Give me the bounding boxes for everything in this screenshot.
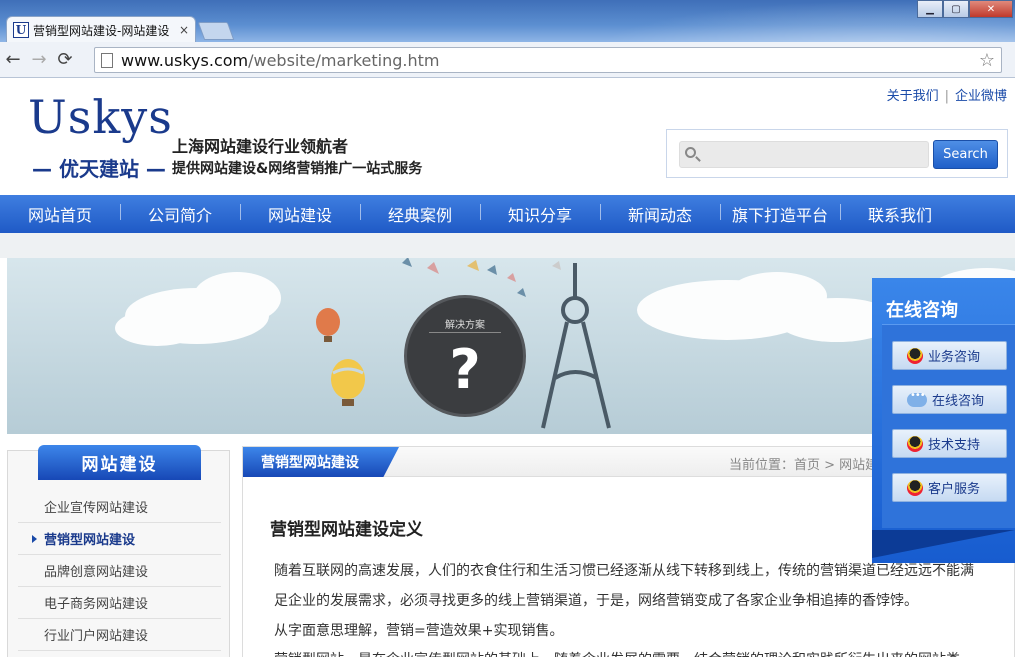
- site-logo-cn: — 优天建站 —: [32, 157, 166, 181]
- article-paragraph: 随着互联网的高速发展，人们的衣食住行和生活习惯已经逐渐从线下转移到线上，传统的营…: [274, 563, 974, 579]
- bookmark-star-icon[interactable]: ☆: [979, 50, 995, 71]
- top-links: 关于我们 | 企业微博: [887, 85, 1007, 104]
- nav-item-contact[interactable]: 联系我们: [840, 202, 960, 226]
- sidebar-item-brand[interactable]: 品牌创意网站建设: [18, 555, 221, 587]
- sidebar: 网站建设 企业宣传网站建设 营销型网站建设 品牌创意网站建设 电子商务网站建设 …: [7, 445, 230, 657]
- consult-business-button[interactable]: 业务咨询: [892, 341, 1007, 370]
- consult-customer-service-button[interactable]: 客户服务: [892, 473, 1007, 502]
- consult-title: 在线咨询: [886, 300, 958, 321]
- question-mark-icon: ?: [449, 338, 481, 401]
- page-icon: [101, 52, 113, 68]
- about-link[interactable]: 关于我们: [887, 89, 939, 104]
- sidebar-item-portal[interactable]: 行业门户网站建设: [18, 619, 221, 651]
- close-window-button[interactable]: ✕: [969, 0, 1013, 18]
- back-icon[interactable]: ←: [0, 49, 26, 70]
- article-paragraph: 足企业的发展需求，必须寻找更多的线上营销渠道，于是，网络营销变成了各家企业争相追…: [274, 593, 918, 609]
- sidebar-item-label: 行业门户网站建设: [44, 629, 149, 644]
- article-paragraph: 从字面意思理解，营销=营造效果+实现销售。: [274, 623, 564, 639]
- hero-banner: 解决方案 ?: [7, 258, 1015, 434]
- consult-tech-support-button[interactable]: 技术支持: [892, 429, 1007, 458]
- bubble-label: 解决方案: [445, 320, 485, 331]
- qq-icon: [907, 479, 923, 496]
- search-box: Search: [666, 129, 1008, 178]
- url-host: www.uskys.com: [121, 50, 249, 70]
- consult-panel-fold: [872, 530, 1015, 558]
- address-bar[interactable]: www.uskys.com/website/marketing.htm ☆: [94, 47, 1002, 73]
- url-path: /website/marketing.htm: [248, 50, 440, 70]
- nav-item-news[interactable]: 新闻动态: [600, 202, 720, 226]
- chat-icon: [907, 390, 927, 407]
- tagline-primary: 上海网站建设行业领航者: [172, 137, 349, 156]
- sidebar-item-label: 品牌创意网站建设: [44, 565, 149, 580]
- browser-tab[interactable]: U 营销型网站建设-网站建设 ×: [6, 16, 196, 43]
- solution-bubble: 解决方案 ?: [404, 295, 526, 417]
- nav-item-platform[interactable]: 旗下打造平台: [720, 202, 840, 226]
- nav-item-about[interactable]: 公司简介: [120, 202, 240, 226]
- active-arrow-icon: [32, 535, 37, 543]
- nav-item-home[interactable]: 网站首页: [0, 202, 120, 226]
- nav-item-knowledge[interactable]: 知识分享: [480, 202, 600, 226]
- sidebar-item-label: 企业宣传网站建设: [44, 501, 149, 516]
- consult-button-label: 客户服务: [928, 482, 981, 497]
- sidebar-item-label: 营销型网站建设: [44, 533, 136, 548]
- weibo-link[interactable]: 企业微博: [955, 89, 1007, 104]
- article-section-tab: 营销型网站建设: [243, 447, 399, 477]
- new-tab-button[interactable]: [197, 22, 235, 40]
- site-logo[interactable]: Uskys: [28, 90, 173, 144]
- qq-icon: [907, 347, 923, 364]
- article-paragraph: 营销型网站，是在企业宣传型网站的基础上，随着企业发展的需要，结合营销的理论和实践…: [274, 649, 960, 657]
- minimize-button[interactable]: ▁: [917, 0, 943, 18]
- consult-online-button[interactable]: 在线咨询: [892, 385, 1007, 414]
- consult-button-label: 技术支持: [928, 438, 981, 453]
- window-controls: ▁ ▢ ✕: [917, 0, 1013, 18]
- forward-icon[interactable]: →: [26, 49, 52, 70]
- article-title: 营销型网站建设定义: [270, 520, 423, 540]
- maximize-button[interactable]: ▢: [943, 0, 969, 18]
- qq-icon: [907, 435, 923, 452]
- tagline-secondary: 提供网站建设&网络营销推广一站式服务: [172, 161, 423, 177]
- search-button[interactable]: Search: [933, 140, 998, 169]
- nav-item-website[interactable]: 网站建设: [240, 202, 360, 226]
- online-consult-panel: 在线咨询 业务咨询 在线咨询 技术支持 客户服务: [872, 278, 1015, 563]
- consult-button-label: 业务咨询: [928, 350, 981, 365]
- reload-icon[interactable]: ⟳: [52, 49, 78, 70]
- sidebar-item-label: 电子商务网站建设: [44, 597, 149, 612]
- sidebar-item-corporate[interactable]: 企业宣传网站建设: [18, 491, 221, 523]
- sidebar-item-ecommerce[interactable]: 电子商务网站建设: [18, 587, 221, 619]
- bubble-divider: [429, 332, 501, 333]
- nav-shadow-strip: [0, 233, 1015, 258]
- sidebar-item-marketing[interactable]: 营销型网站建设: [18, 523, 221, 555]
- consult-button-label: 在线咨询: [932, 394, 985, 409]
- tab-close-icon[interactable]: ×: [179, 23, 189, 37]
- top-links-separator: |: [944, 89, 949, 104]
- main-nav: 网站首页 公司简介 网站建设 经典案例 知识分享 新闻动态 旗下打造平台 联系我…: [0, 195, 1015, 233]
- nav-item-cases[interactable]: 经典案例: [360, 202, 480, 226]
- search-input[interactable]: [679, 141, 929, 168]
- browser-toolbar: ← → ⟳ www.uskys.com/website/marketing.ht…: [0, 42, 1015, 78]
- favicon-icon: U: [13, 22, 29, 38]
- tab-title: 营销型网站建设-网站建设: [33, 23, 170, 38]
- sidebar-title: 网站建设: [38, 445, 201, 480]
- sidebar-list: 企业宣传网站建设 营销型网站建设 品牌创意网站建设 电子商务网站建设 行业门户网…: [18, 491, 221, 651]
- search-icon: [685, 147, 696, 158]
- breadcrumb[interactable]: 当前位置：首页 > 网站建: [729, 454, 878, 473]
